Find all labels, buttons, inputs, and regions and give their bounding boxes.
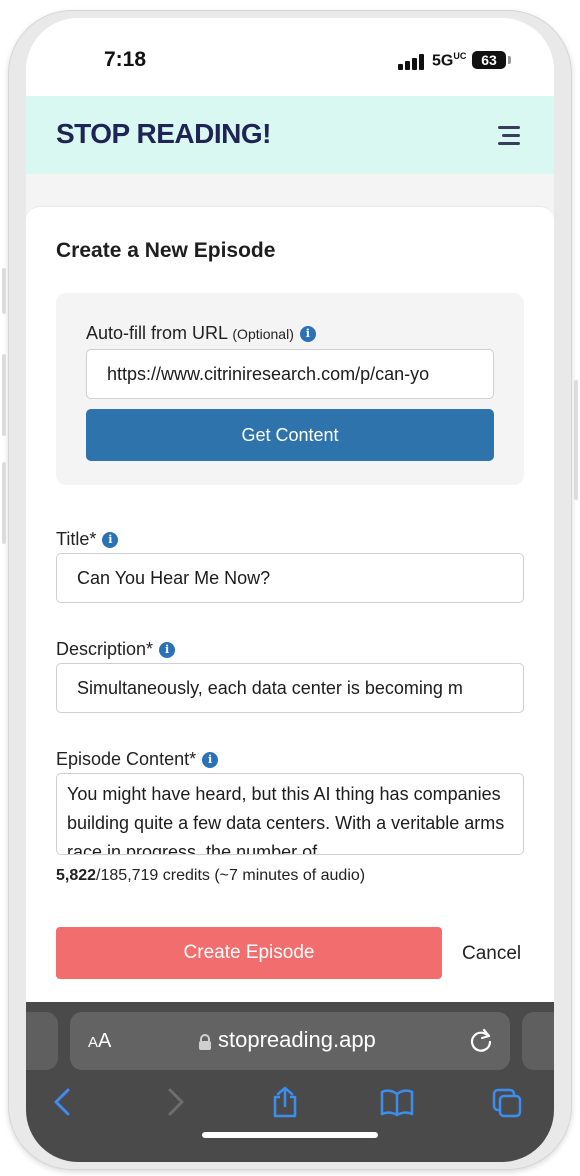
description-input[interactable]: Simultaneously, each data center is beco…	[56, 663, 524, 713]
get-content-button[interactable]: Get Content	[86, 409, 494, 461]
tabs-icon[interactable]	[492, 1086, 522, 1118]
signal-icon	[398, 54, 424, 70]
info-icon[interactable]: i	[102, 532, 119, 548]
volume-down-button	[2, 462, 6, 544]
phone-frame: 7:18 5GUC 63 STOP READING! Create a New …	[2, 10, 578, 1170]
cancel-button[interactable]: Cancel	[462, 943, 521, 965]
required-mark: *	[146, 639, 154, 659]
title-label-text: Title	[56, 529, 90, 549]
page-title: Create a New Episode	[56, 239, 276, 262]
url-input[interactable]: https://www.citriniresearch.com/p/can-yo	[86, 349, 494, 399]
create-episode-button[interactable]: Create Episode	[56, 927, 442, 979]
text-size-button[interactable]: AA	[88, 1030, 111, 1053]
required-mark: *	[89, 529, 97, 549]
credits-rest: /185,719 credits (~7 minutes of audio)	[96, 867, 366, 884]
browser-toolbar: AA stopreading.app	[26, 1002, 554, 1162]
bookmarks-icon[interactable]	[380, 1086, 414, 1118]
network-indicator: 5GUC	[432, 51, 466, 70]
text-size-large: A	[98, 1030, 112, 1052]
previous-tab[interactable]	[26, 1012, 58, 1070]
battery-icon: 63	[472, 51, 506, 69]
brand-logo[interactable]: STOP READING!	[56, 118, 271, 150]
reload-icon[interactable]	[468, 1028, 494, 1054]
share-icon[interactable]	[270, 1086, 300, 1118]
network-label: 5G	[432, 52, 454, 70]
content-label: Episode Content* i	[56, 749, 219, 770]
app-header: STOP READING!	[26, 96, 554, 174]
title-input[interactable]: Can You Hear Me Now?	[56, 553, 524, 603]
screen: 7:18 5GUC 63 STOP READING! Create a New …	[26, 18, 554, 1162]
url-label: Auto-fill from URL (Optional) i	[86, 323, 316, 344]
volume-up-button	[2, 354, 6, 436]
battery-tip	[508, 56, 511, 64]
hamburger-icon[interactable]	[498, 126, 520, 145]
home-indicator	[202, 1132, 378, 1138]
address-bar[interactable]: AA stopreading.app	[70, 1012, 510, 1070]
credits-used: 5,822	[56, 867, 97, 884]
text-size-small: A	[88, 1034, 99, 1051]
status-time: 7:18	[104, 48, 147, 71]
status-bar: 7:18 5GUC 63	[26, 18, 554, 96]
network-suffix: UC	[453, 51, 467, 61]
url-label-text: Auto-fill from URL	[86, 323, 228, 343]
address-domain: stopreading.app	[218, 1027, 376, 1052]
url-autofill-section: Auto-fill from URL (Optional) i https://w…	[56, 293, 524, 485]
episode-content-textarea[interactable]: You might have heard, but this AI thing …	[56, 773, 524, 855]
episode-form-card: Create a New Episode Auto-fill from URL …	[26, 206, 554, 1006]
back-icon[interactable]	[48, 1086, 78, 1118]
power-button	[574, 380, 578, 500]
forward-icon[interactable]	[160, 1086, 190, 1118]
side-button	[2, 268, 6, 314]
info-icon[interactable]: i	[202, 752, 219, 768]
required-mark: *	[189, 749, 197, 769]
content-label-text: Episode Content	[56, 749, 190, 769]
info-icon[interactable]: i	[159, 642, 176, 658]
title-label: Title* i	[56, 529, 119, 550]
info-icon[interactable]: i	[299, 326, 316, 342]
description-label: Description* i	[56, 639, 176, 660]
optional-label: (Optional)	[232, 326, 294, 342]
lock-icon	[199, 1034, 211, 1050]
credits-counter: 5,822/185,719 credits (~7 minutes of aud…	[56, 867, 365, 885]
next-tab[interactable]	[522, 1012, 554, 1070]
description-label-text: Description	[56, 639, 147, 659]
